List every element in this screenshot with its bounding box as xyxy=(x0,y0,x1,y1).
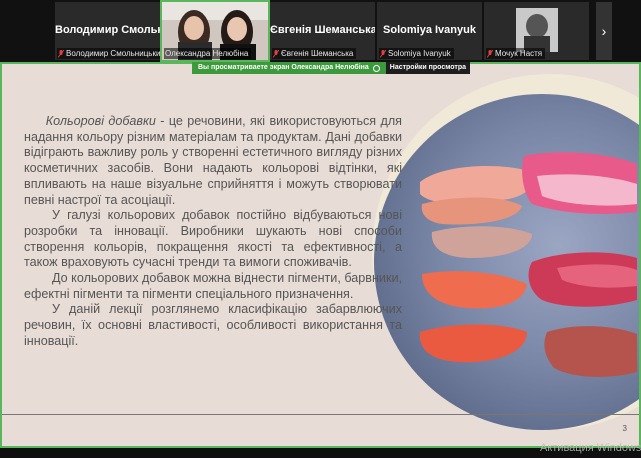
participant-tile[interactable]: Solomiya Ivanyuk Solomiya Ivanyuk xyxy=(377,2,482,60)
participant-caption: Олександра Нелюбіна xyxy=(164,48,252,59)
slide-body-text: Кольорові добавки - це речовини, які вик… xyxy=(24,114,402,350)
participant-tile-active-speaker[interactable]: Олександра Нелюбіна xyxy=(160,0,270,62)
chevron-right-icon: › xyxy=(601,23,607,39)
slide-paragraph: У галузі кольорових добавок постійно від… xyxy=(24,208,402,270)
participant-caption-text: Олександра Нелюбіна xyxy=(165,49,249,58)
participant-caption-text: Мочук Настя xyxy=(495,49,543,58)
mic-muted-icon xyxy=(58,49,64,58)
participant-caption: Євгенія Шеманська xyxy=(272,48,357,59)
participant-caption: Мочук Настя xyxy=(486,48,546,59)
screen-share-message: Вы просматриваете экран Олександра Нелюб… xyxy=(192,62,386,74)
participant-strip: Володимир Смольницький Володимир Смольни… xyxy=(0,0,641,62)
participant-name: Володимир Смольницький xyxy=(55,24,160,36)
participant-name: Solomiya Ivanyuk xyxy=(383,24,476,36)
next-participants-button[interactable]: › xyxy=(596,2,612,60)
participant-name: Євгенія Шеманська xyxy=(270,24,375,36)
view-options-button[interactable]: Настройки просмотра xyxy=(385,62,471,74)
screen-share-message-text: Вы просматриваете экран Олександра Нелюб… xyxy=(198,64,369,71)
participant-caption: Solomiya Ivanyuk xyxy=(379,48,454,59)
participant-caption-text: Євгенія Шеманська xyxy=(281,49,354,58)
status-dot-icon xyxy=(372,64,380,72)
participant-caption-text: Solomiya Ivanyuk xyxy=(388,49,451,58)
slide-page-number: 3 xyxy=(622,424,627,433)
slide-term: Кольорові добавки xyxy=(45,114,156,128)
mic-muted-icon xyxy=(487,49,493,58)
participant-tile[interactable]: Мочук Настя xyxy=(484,2,589,60)
participant-tile[interactable]: Євгенія Шеманська Євгенія Шеманська xyxy=(270,2,375,60)
mic-muted-icon xyxy=(380,49,386,58)
screen-share-view-bar: Вы просматриваете экран Олександра Нелюб… xyxy=(192,62,471,74)
participant-caption-text: Володимир Смольницький xyxy=(66,49,160,58)
mic-muted-icon xyxy=(273,49,279,58)
presentation-slide: Кольорові добавки - це речовини, які вик… xyxy=(2,64,639,446)
slide-divider xyxy=(2,414,639,415)
participant-caption: Володимир Смольницький xyxy=(57,48,160,59)
shared-screen: Кольорові добавки - це речовини, які вик… xyxy=(0,62,641,448)
slide-paragraph: У даній лекції розглянемо класифікацію з… xyxy=(24,302,402,348)
windows-activation-watermark: Активация Windows xyxy=(540,442,641,454)
slide-paragraph: Кольорові добавки - це речовини, які вик… xyxy=(24,114,402,208)
slide-paragraph: До кольорових добавок можна віднести піг… xyxy=(24,271,402,301)
participant-tile[interactable]: Володимир Смольницький Володимир Смольни… xyxy=(55,2,160,60)
